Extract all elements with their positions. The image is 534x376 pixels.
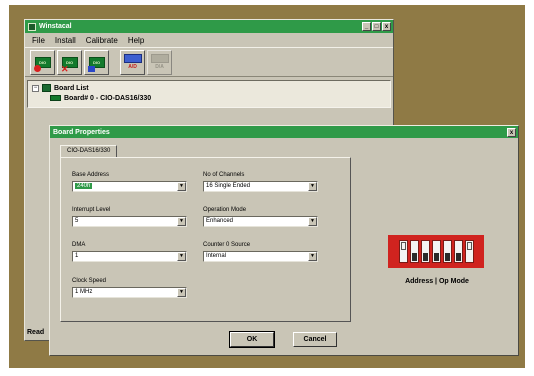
num-channels-label: No of Channels <box>203 172 245 178</box>
dip-switch[interactable] <box>453 240 463 263</box>
menu-install[interactable]: Install <box>55 36 76 45</box>
dialog-window-buttons: x <box>507 128 516 137</box>
ad-converter-icon <box>123 54 142 63</box>
counter-source-label: Counter 0 Source <box>203 242 251 248</box>
dip-switch-knob <box>466 242 472 250</box>
maximize-button[interactable]: □ <box>372 22 381 31</box>
base-address-select[interactable]: 240h ▼ <box>72 181 187 192</box>
dialog-close-button[interactable]: x <box>507 128 516 137</box>
board-icon <box>50 95 61 101</box>
chevron-down-icon[interactable]: ▼ <box>177 288 186 297</box>
tree-root-label: Board List <box>54 84 89 92</box>
base-address-field: Base Address 240h ▼ <box>72 172 187 192</box>
ad-calibrate-button[interactable]: A/D <box>120 49 145 75</box>
interrupt-level-value: 5 <box>75 218 79 224</box>
dma-field: DMA 1 ▼ <box>72 242 187 262</box>
add-badge-icon <box>34 64 41 72</box>
menu-bar: File Install Calibrate Help <box>25 33 393 47</box>
dip-switch-knob <box>411 253 417 261</box>
dip-switch[interactable] <box>420 240 430 263</box>
dialog-titlebar[interactable]: Board Properties x <box>50 126 518 138</box>
dip-switch[interactable] <box>398 240 408 263</box>
dip-switch[interactable] <box>464 240 474 263</box>
da-calibrate-button[interactable]: D/A <box>147 49 172 75</box>
dip-switch[interactable] <box>431 240 441 263</box>
dip-switch-knob <box>400 242 406 250</box>
menu-calibrate[interactable]: Calibrate <box>86 36 118 45</box>
ad-label: A/D <box>128 64 137 70</box>
remove-board-button[interactable]: DIO ✕ <box>57 49 82 75</box>
dip-switch-caption: Address | Op Mode <box>405 278 469 285</box>
clock-speed-value: 1 MHz <box>75 289 93 295</box>
clock-speed-field: Clock Speed 1 MHz ▼ <box>72 278 187 298</box>
status-bar-text: Read <box>27 329 45 336</box>
dip-switch-knob <box>422 253 428 261</box>
num-channels-field: No of Channels 16 Single Ended ▼ <box>203 172 318 192</box>
operation-mode-label: Operation Mode <box>203 207 247 213</box>
num-channels-select[interactable]: 16 Single Ended ▼ <box>203 181 318 192</box>
clock-speed-select[interactable]: 1 MHz ▼ <box>72 287 187 298</box>
add-board-button[interactable]: DIO <box>30 49 55 75</box>
board-properties-button[interactable]: DIO <box>84 49 109 75</box>
interrupt-level-select[interactable]: 5 ▼ <box>72 216 187 227</box>
tree-item-board[interactable]: Board# 0 - CIO-DAS16/330 <box>32 93 386 103</box>
main-window-title: Winstacal <box>39 23 72 30</box>
chevron-down-icon[interactable]: ▼ <box>308 182 317 191</box>
operation-mode-select[interactable]: Enhanced ▼ <box>203 216 318 227</box>
dma-select[interactable]: 1 ▼ <box>72 251 187 262</box>
remove-x-icon: ✕ <box>61 63 69 74</box>
chevron-down-icon[interactable]: ▼ <box>177 217 186 226</box>
tree-root[interactable]: − Board List <box>32 83 386 93</box>
operation-mode-value: Enhanced <box>206 218 234 224</box>
counter-source-field: Counter 0 Source Internal ▼ <box>203 242 318 262</box>
cancel-button[interactable]: Cancel <box>293 332 337 347</box>
board-tree: − Board List Board# 0 - CIO-DAS16/330 <box>27 80 391 108</box>
toolbar: DIO DIO ✕ DIO A/D D/A <box>25 47 393 77</box>
counter-source-value: Internal <box>206 253 227 259</box>
dma-value: 1 <box>75 253 79 259</box>
collapse-icon[interactable]: − <box>32 84 39 92</box>
dip-switch-knob <box>455 253 461 261</box>
window-buttons: _ □ x <box>362 22 391 31</box>
dip-switch[interactable] <box>442 240 452 263</box>
close-button[interactable]: x <box>382 22 391 31</box>
dip-switch-block <box>388 235 484 268</box>
menu-file[interactable]: File <box>32 36 45 45</box>
dialog-title: Board Properties <box>53 128 110 136</box>
base-address-label: Base Address <box>72 172 110 178</box>
dip-switch-knob <box>433 253 439 261</box>
chevron-down-icon[interactable]: ▼ <box>308 217 317 226</box>
minimize-button[interactable]: _ <box>362 22 371 31</box>
tree-item-label: Board# 0 - CIO-DAS16/330 <box>64 94 152 102</box>
chevron-down-icon[interactable]: ▼ <box>177 252 186 261</box>
dma-label: DMA <box>72 242 86 248</box>
dip-switch-knob <box>444 253 450 261</box>
clock-speed-label: Clock Speed <box>72 278 107 284</box>
dip-switch[interactable] <box>409 240 419 263</box>
interrupt-level-field: Interrupt Level 5 ▼ <box>72 207 187 227</box>
da-label: D/A <box>155 64 164 70</box>
operation-mode-field: Operation Mode Enhanced ▼ <box>203 207 318 227</box>
da-converter-icon <box>150 54 169 63</box>
chevron-down-icon[interactable]: ▼ <box>308 252 317 261</box>
computer-icon <box>42 84 51 92</box>
chevron-down-icon[interactable]: ▼ <box>177 182 186 191</box>
base-address-value: 240h <box>75 183 93 189</box>
counter-source-select[interactable]: Internal ▼ <box>203 251 318 262</box>
tab-panel: Base Address 240h ▼ Interrupt Level 5 ▼ … <box>60 157 351 322</box>
menu-help[interactable]: Help <box>128 36 144 45</box>
num-channels-value: 16 Single Ended <box>206 183 251 189</box>
app-icon <box>28 22 36 31</box>
interrupt-level-label: Interrupt Level <box>72 207 111 213</box>
ok-button[interactable]: OK <box>229 331 275 348</box>
main-titlebar[interactable]: Winstacal _ □ x <box>25 20 393 33</box>
properties-badge-icon <box>88 65 95 72</box>
